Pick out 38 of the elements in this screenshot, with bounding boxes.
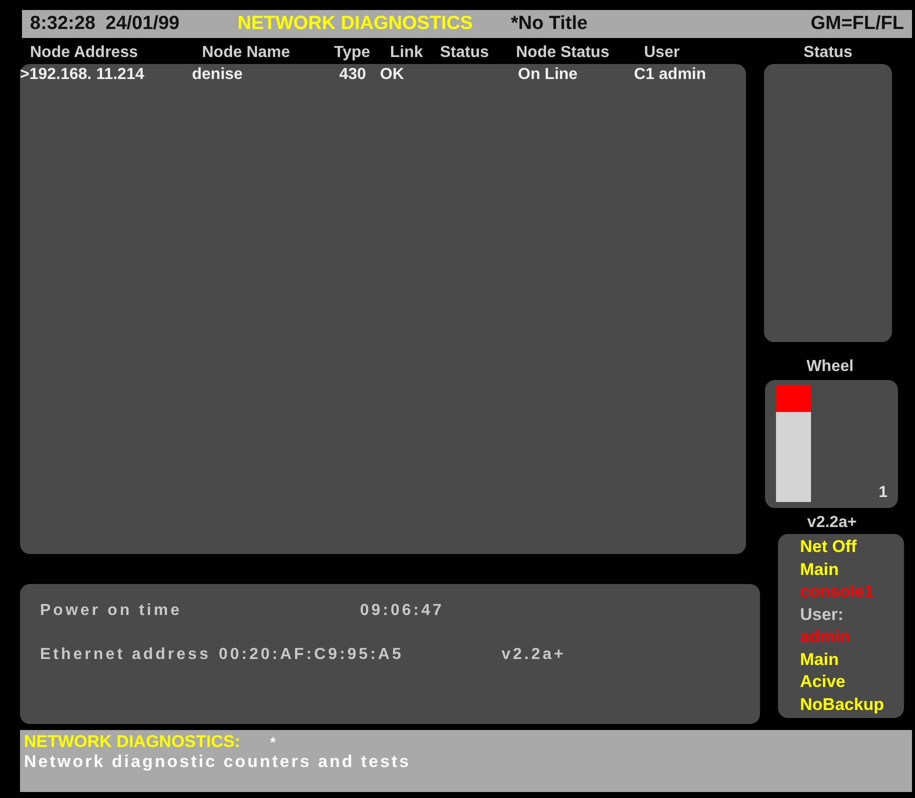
detail-value: 00:20:AF:C9:95:A5 <box>218 646 404 664</box>
wheel-label: Wheel <box>806 358 854 376</box>
info-text: Main <box>800 648 840 670</box>
column-header: Node Address <box>30 44 139 62</box>
info-text: Acive <box>800 671 846 693</box>
info-text: Main <box>800 558 840 580</box>
footer-mark: * <box>270 734 276 750</box>
footer-heading: NETWORK DIAGNOSTICS: <box>24 732 240 751</box>
detail-label: Power on time <box>40 602 183 620</box>
wheel-reading: 1 <box>878 484 888 502</box>
mode: GM=FL/FL <box>810 13 904 35</box>
table-cell-text: denise <box>192 66 244 84</box>
info-text: NoBackup <box>800 694 886 716</box>
column-header: Node Name <box>202 44 292 62</box>
table-cell-text: OK <box>380 66 405 84</box>
table-cell-text: 430 <box>338 66 367 84</box>
column-header: Status <box>440 44 490 62</box>
clock: 8:32:28 <box>30 13 96 35</box>
show-title: *No Title <box>510 13 588 35</box>
footer-description: Network diagnostic counters and tests <box>24 752 412 772</box>
table-cell-text: C1 admin <box>634 66 708 84</box>
info-text: Net Off <box>800 536 858 558</box>
table-cell-text: >192.168. 11.214 <box>20 66 146 84</box>
detail-value: 09:06:47 <box>360 602 444 620</box>
column-header: Node Status <box>516 44 610 62</box>
date: 24/01/99 <box>106 13 180 35</box>
version-text: v2.2a+ <box>501 646 566 664</box>
column-header: Type <box>334 44 372 62</box>
column-header: Link <box>390 44 424 62</box>
info-text: admin <box>800 626 852 648</box>
status-label: Status <box>804 44 852 62</box>
column-header: User <box>644 44 681 62</box>
version-label: v2.2a+ <box>807 514 857 532</box>
table-cell-text: On Line <box>517 66 579 84</box>
info-text: console1 <box>800 581 875 603</box>
info-text: User: <box>800 604 844 626</box>
screen-title: NETWORK DIAGNOSTICS <box>237 13 473 35</box>
detail-label: Ethernet address <box>40 646 211 664</box>
